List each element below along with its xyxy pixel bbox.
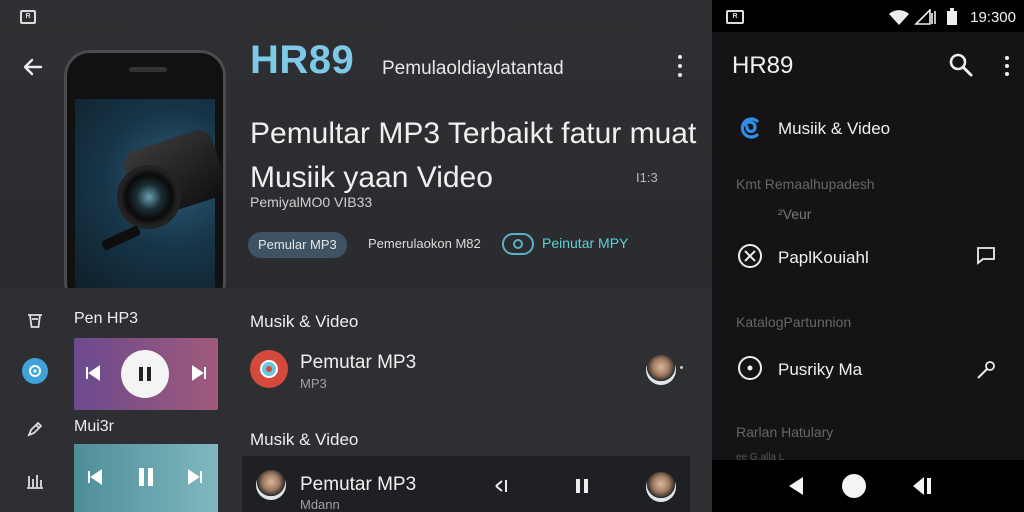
dot-icon (678, 64, 682, 68)
system-nav-bar (712, 460, 1024, 512)
battery-icon (947, 8, 957, 25)
wifi-icon (889, 10, 909, 25)
tablet-app: R HR89 Pemulaoldiaylatantad Pemultar MP3… (0, 0, 712, 512)
section-sub-veur: ²Veur (778, 206, 812, 222)
dot-icon (1005, 56, 1009, 60)
rewind-icon (913, 477, 931, 495)
rail-label-pen-hp3: Pen HP3 (74, 310, 139, 327)
menu-item-pusriky[interactable]: Pusriky Ma (778, 360, 862, 380)
volume-icon (495, 480, 507, 492)
subline: PemiyalMO0 VIB33 (250, 194, 373, 210)
rail-edit-icon[interactable] (22, 416, 48, 442)
brand-subtitle: Pemulaoldiaylatantad (382, 58, 564, 79)
pause-button[interactable] (121, 350, 169, 398)
arrow-left-icon (23, 58, 43, 76)
skip-next-icon[interactable] (190, 364, 208, 382)
signal-icon (914, 9, 936, 25)
volume-button[interactable] (490, 474, 514, 498)
headline-badge: I1:3 (636, 170, 658, 185)
music-video-icon (736, 114, 764, 142)
chat-button[interactable] (974, 244, 998, 268)
headline: Pemultar MP3 Terbaikt fatur muat Musiik … (250, 117, 697, 194)
record-icon (736, 354, 764, 382)
phone-image (64, 50, 226, 308)
rail-music-icon[interactable] (22, 358, 48, 384)
pause-button-mini[interactable] (570, 474, 594, 498)
section-title-1: Musik & Video (250, 312, 359, 331)
row2-subtitle: Mdann (300, 497, 340, 512)
row1-subtitle: MP3 (300, 376, 327, 391)
mic-button[interactable] (974, 358, 998, 382)
close-circle-icon (736, 242, 764, 270)
camera-lens (117, 165, 181, 229)
rail-label-musik: Mui3r (74, 418, 115, 435)
search-button[interactable] (948, 52, 974, 78)
more-options-button[interactable] (1000, 54, 1014, 78)
nav-back-button[interactable] (782, 472, 810, 500)
hero-banner: R HR89 Pemulaoldiaylatantad Pemultar MP3… (0, 0, 712, 308)
dot-icon (678, 73, 682, 77)
rail-equalizer-icon[interactable] (22, 468, 48, 494)
skip-previous-icon[interactable] (86, 468, 104, 486)
app-title: HR89 (732, 52, 794, 79)
more-options-button[interactable] (670, 52, 690, 80)
status-bar: R 19:300 (712, 0, 1024, 32)
mp3-app-icon[interactable] (250, 350, 288, 388)
brand-title: HR89 (250, 38, 355, 82)
avatar[interactable] (256, 470, 286, 500)
back-triangle-icon (789, 477, 803, 495)
back-button[interactable] (18, 52, 48, 82)
menu-item-paplkouiahl[interactable]: PaplKouiahl (778, 248, 869, 268)
home-circle-icon (842, 474, 866, 498)
rail-cup-icon[interactable] (22, 308, 48, 334)
pause-icon (139, 367, 151, 381)
row2-title[interactable]: Pemutar MP3 (300, 474, 416, 496)
screen: R HR89 Pemulaoldiaylatantad Pemultar MP3… (0, 0, 1024, 512)
pause-icon (576, 479, 588, 493)
search-icon (949, 53, 973, 77)
dot-icon (1005, 64, 1009, 68)
status-r-icon: R (726, 10, 744, 24)
player-card-teal[interactable] (74, 444, 218, 512)
player-card-purple[interactable] (74, 338, 218, 410)
section-title-2: Musik & Video (250, 430, 359, 449)
avatar[interactable] (646, 355, 676, 385)
menu-item-musik-video[interactable]: Musiik & Video (778, 119, 890, 139)
phone-app: R 19:300 HR89 Musiik & Video Kmt Remaalh… (712, 0, 1024, 512)
pause-icon[interactable] (135, 466, 157, 488)
dot-icon (1005, 72, 1009, 76)
mic-icon (977, 361, 995, 379)
nav-recents-button[interactable] (908, 472, 936, 500)
chip-toggle-icon[interactable] (502, 233, 534, 255)
skip-next-icon[interactable] (186, 468, 204, 486)
status-time: 19:300 (970, 9, 1016, 26)
nav-home-button[interactable] (840, 472, 868, 500)
chip-pemular[interactable]: Pemular MP3 (248, 232, 347, 258)
phone-speaker (129, 67, 167, 72)
section-header-rarlan: Rarlan Hatulary (736, 424, 834, 440)
section-header-kmt: Kmt Remaalhupadesh (736, 176, 875, 192)
dot-icon (678, 55, 682, 59)
more-dot-icon[interactable] (680, 366, 683, 369)
chat-icon (977, 247, 995, 265)
chip-peinutar[interactable]: Peinutar MPY (542, 235, 628, 251)
status-r-icon: R (20, 10, 36, 24)
skip-previous-icon[interactable] (84, 364, 102, 382)
section-header-katalog: KatalogPartunnion (736, 314, 852, 330)
row1-title[interactable]: Pemutar MP3 (300, 352, 416, 374)
chip-pemerulaokon[interactable]: Pemerulaokon M82 (368, 236, 481, 251)
avatar[interactable] (646, 472, 676, 502)
